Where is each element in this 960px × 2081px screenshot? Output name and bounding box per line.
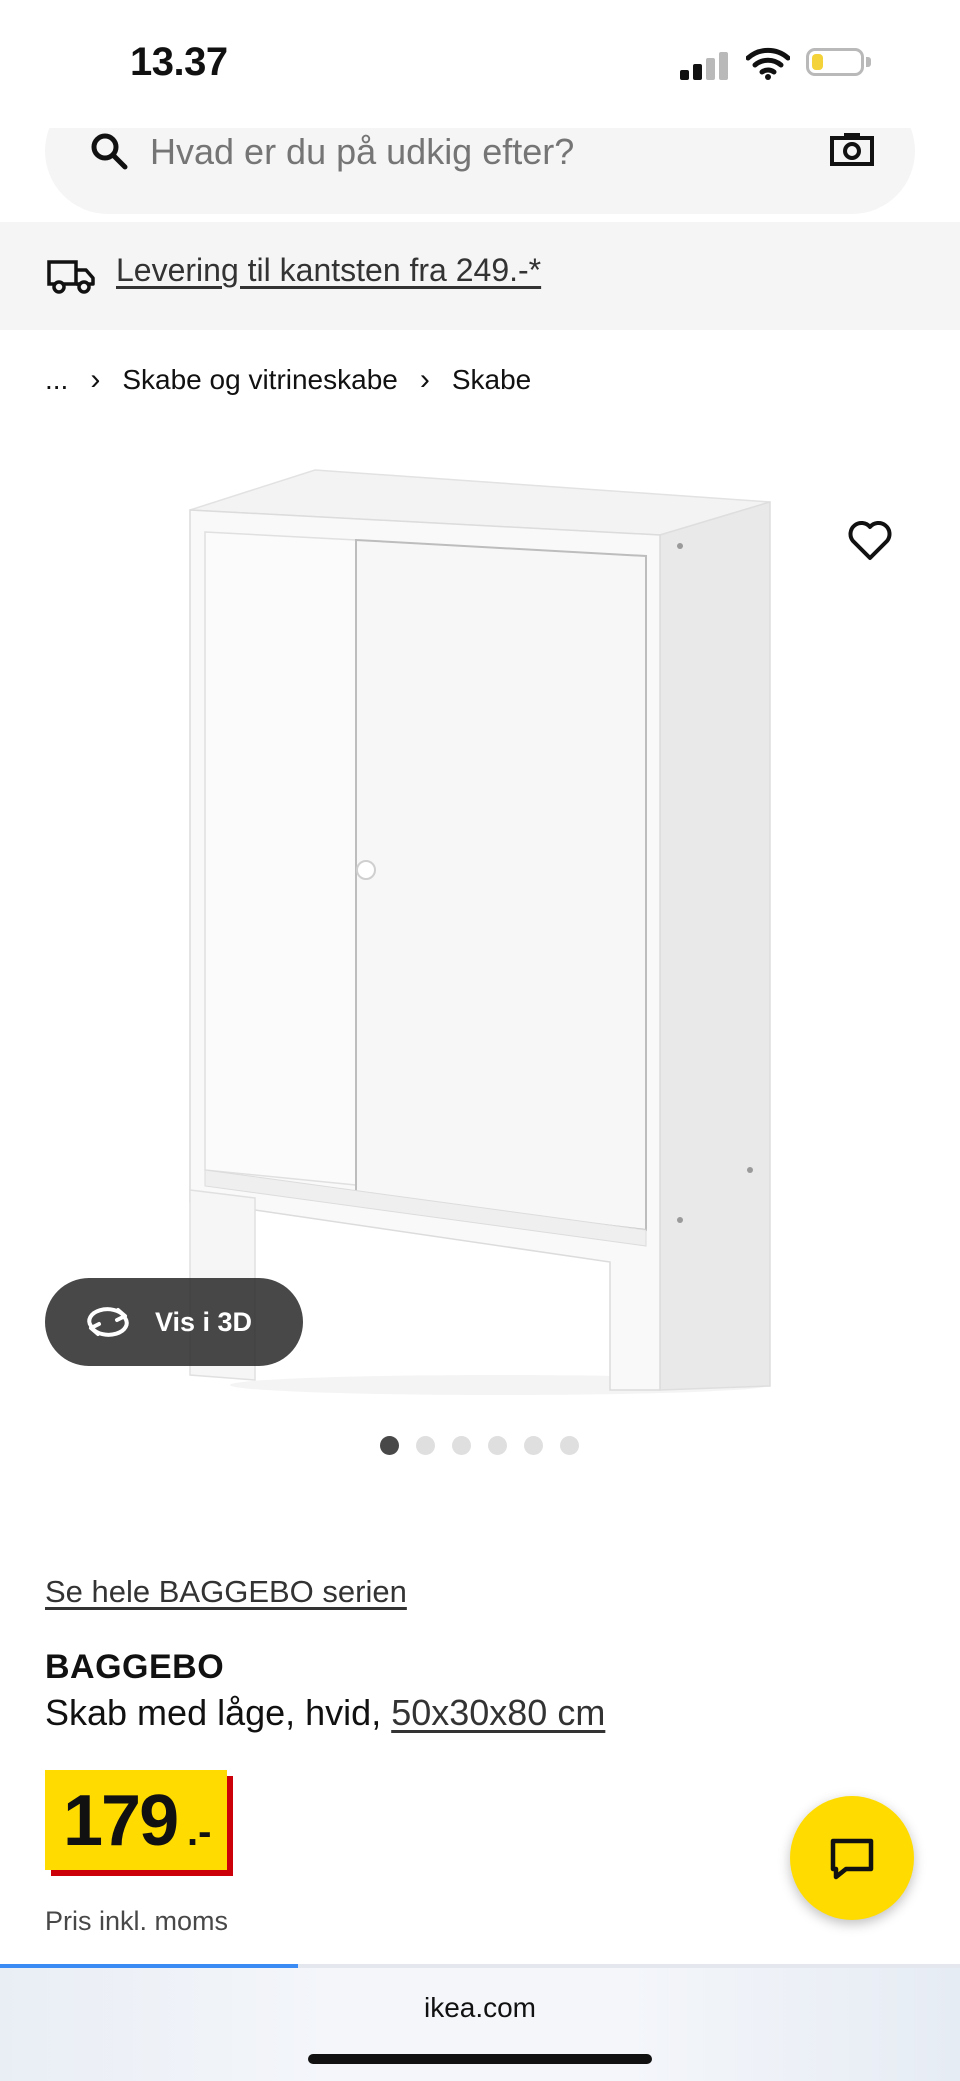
delivery-info-link[interactable]: Levering til kantsten fra 249.-* xyxy=(116,252,541,289)
product-name: BAGGEBO xyxy=(45,1648,225,1686)
series-link[interactable]: Se hele BAGGEBO serien xyxy=(45,1574,407,1610)
cellular-signal-icon xyxy=(680,50,730,80)
price-tag-box: 179 .- xyxy=(45,1770,227,1870)
price-integer: 179 xyxy=(63,1781,179,1861)
carousel-dot[interactable] xyxy=(524,1436,543,1455)
product-image[interactable] xyxy=(170,450,790,1400)
chat-button[interactable] xyxy=(790,1796,914,1920)
carousel-dot[interactable] xyxy=(416,1436,435,1455)
carousel-dot[interactable] xyxy=(452,1436,471,1455)
battery-icon xyxy=(806,48,864,76)
delivery-truck-icon xyxy=(47,260,95,294)
carousel-dot[interactable] xyxy=(560,1436,579,1455)
search-icon xyxy=(91,133,128,170)
search-input[interactable] xyxy=(150,130,770,174)
product-description: Skab med låge, hvid, 50x30x80 cm xyxy=(45,1692,605,1734)
chevron-right-icon: › xyxy=(419,363,430,396)
view-in-3d-button[interactable]: Vis i 3D xyxy=(45,1278,303,1366)
product-description-text: Skab med låge, hvid, xyxy=(45,1692,392,1733)
delivery-banner: Levering til kantsten fra 249.-* xyxy=(0,222,960,330)
breadcrumb-cabinets[interactable]: Skabe xyxy=(452,364,531,396)
product-dimensions-link[interactable]: 50x30x80 cm xyxy=(391,1692,605,1733)
heart-icon[interactable] xyxy=(846,518,894,562)
price-suffix: .- xyxy=(187,1810,212,1854)
home-indicator[interactable] xyxy=(308,2054,652,2064)
status-time: 13.37 xyxy=(130,40,228,84)
camera-search-icon[interactable] xyxy=(830,132,874,166)
chat-bubble-icon xyxy=(830,1838,874,1880)
price-note: Pris inkl. moms xyxy=(45,1906,229,1936)
price-tag: 179 .- xyxy=(45,1770,233,1876)
carousel-dot[interactable] xyxy=(488,1436,507,1455)
rotate-3d-icon xyxy=(87,1307,129,1337)
battery-cap xyxy=(866,57,871,67)
breadcrumb-cabinets-and-display-cabinets[interactable]: Skabe og vitrineskabe xyxy=(122,364,398,396)
wifi-icon xyxy=(746,47,790,80)
browser-address-bar[interactable]: ikea.com xyxy=(0,1968,960,2081)
chevron-right-icon: › xyxy=(90,363,101,396)
browser-url[interactable]: ikea.com xyxy=(0,1992,960,2024)
image-carousel-dots xyxy=(380,1436,579,1455)
carousel-dot[interactable] xyxy=(380,1436,399,1455)
view-in-3d-label: Vis i 3D xyxy=(155,1306,253,1337)
breadcrumb: ... › Skabe og vitrineskabe › Skabe xyxy=(45,360,531,400)
status-bar: 13.37 xyxy=(0,0,960,128)
breadcrumb-ellipsis[interactable]: ... xyxy=(45,364,68,396)
search-bar[interactable] xyxy=(45,128,915,214)
search-area xyxy=(0,128,960,220)
